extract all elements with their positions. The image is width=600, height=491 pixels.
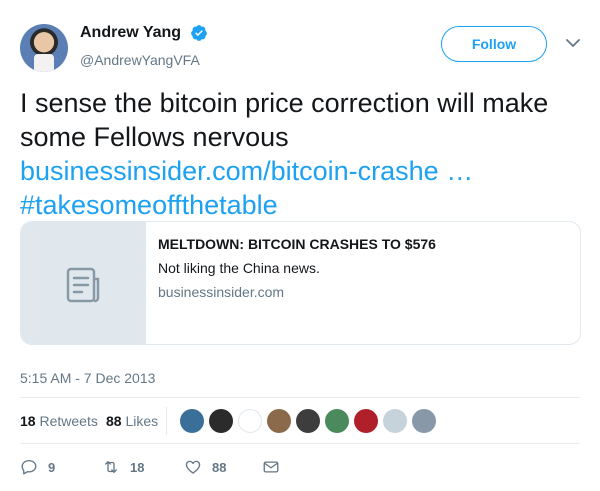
- reply-action[interactable]: 9: [20, 457, 55, 477]
- heart-icon: [185, 460, 201, 474]
- author-handle[interactable]: @AndrewYangVFA: [80, 50, 208, 70]
- tweet-link[interactable]: businessinsider.com/bitcoin-crashe …: [20, 154, 580, 188]
- author-avatar[interactable]: [20, 24, 68, 72]
- reply-icon: [21, 459, 37, 475]
- like-count: 88: [212, 459, 227, 475]
- direct-message-action[interactable]: [262, 457, 280, 477]
- reply-count: 9: [48, 459, 56, 475]
- tweet-hashtag[interactable]: #takesomeoffthetable: [20, 188, 580, 222]
- divider: [20, 397, 580, 398]
- liker-avatar[interactable]: [354, 409, 378, 433]
- card-title: MELTDOWN: BITCOIN CRASHES TO $576: [158, 236, 436, 252]
- likes-stat[interactable]: 88 Likes: [106, 412, 158, 430]
- retweets-label: Retweets: [39, 413, 98, 429]
- tweet-text-line: some Fellows nervous: [20, 122, 289, 152]
- liker-avatar[interactable]: [325, 409, 349, 433]
- author-display-name[interactable]: Andrew Yang: [80, 22, 181, 44]
- tweet-text-line: I sense the bitcoin price correction wil…: [20, 88, 549, 118]
- link-card[interactable]: MELTDOWN: BITCOIN CRASHES TO $576 Not li…: [20, 221, 581, 345]
- liker-avatar[interactable]: [267, 409, 291, 433]
- tweet-timestamp[interactable]: 5:15 AM - 7 Dec 2013: [20, 368, 155, 388]
- liker-avatar[interactable]: [296, 409, 320, 433]
- follow-button[interactable]: Follow: [441, 26, 547, 62]
- liker-avatar[interactable]: [209, 409, 233, 433]
- tweet-text: I sense the bitcoin price correction wil…: [20, 86, 580, 222]
- liker-avatar[interactable]: [238, 409, 262, 433]
- document-icon: [66, 267, 100, 303]
- tweet-header: Andrew Yang @AndrewYangVFA Follow: [20, 18, 580, 74]
- like-action[interactable]: 88: [184, 457, 226, 477]
- chevron-down-icon[interactable]: [566, 38, 580, 48]
- retweets-count: 18: [20, 413, 36, 429]
- card-domain: businessinsider.com: [158, 284, 285, 300]
- divider: [20, 443, 580, 444]
- retweet-count: 18: [130, 459, 145, 475]
- retweet-icon: [105, 461, 117, 473]
- card-body: MELTDOWN: BITCOIN CRASHES TO $576 Not li…: [158, 234, 568, 302]
- retweets-stat[interactable]: 18 Retweets: [20, 412, 98, 430]
- retweet-action[interactable]: 18: [102, 457, 144, 477]
- envelope-icon: [263, 461, 279, 473]
- likes-count: 88: [106, 413, 122, 429]
- verified-badge-icon: [190, 25, 207, 41]
- stats-separator: [166, 407, 167, 435]
- card-thumbnail: [21, 222, 146, 344]
- likes-label: Likes: [125, 413, 159, 429]
- liker-avatar[interactable]: [412, 409, 436, 433]
- liker-avatar[interactable]: [180, 409, 204, 433]
- tweet-stats: 18 Retweets 88 Likes: [20, 403, 580, 439]
- card-description: Not liking the China news.: [158, 260, 320, 276]
- tweet-actions: 9 18 88: [20, 455, 580, 479]
- liker-avatar[interactable]: [383, 409, 407, 433]
- author-names: Andrew Yang @AndrewYangVFA: [80, 22, 208, 70]
